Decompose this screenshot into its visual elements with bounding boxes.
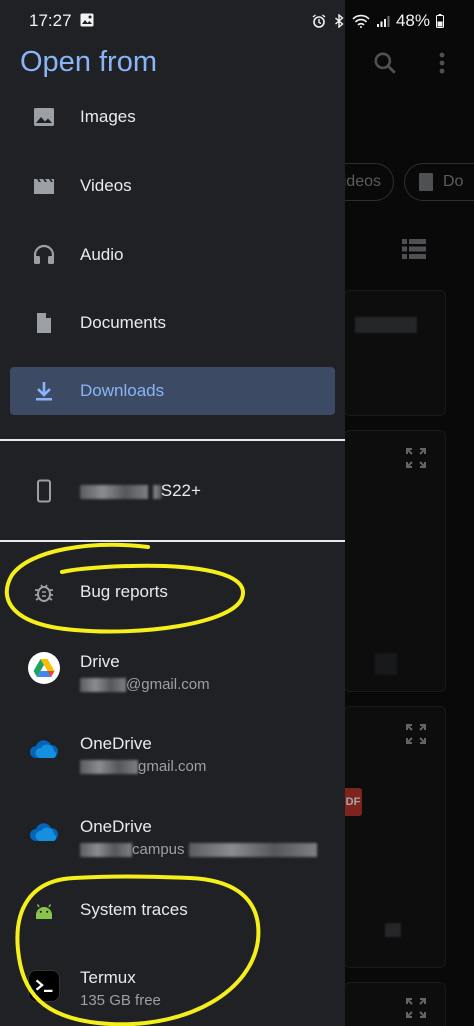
device-label: S22+ — [80, 481, 201, 501]
root-item-videos[interactable]: Videos — [10, 162, 335, 210]
phone-icon — [37, 479, 51, 503]
drawer-title: Open from — [20, 46, 157, 78]
root-label: Videos — [80, 176, 132, 195]
root-label: Documents — [80, 313, 166, 332]
alarm-icon — [312, 14, 326, 28]
onedrive-icon — [30, 740, 58, 758]
provider-item-system-traces[interactable]: System traces — [10, 886, 335, 934]
battery-percent: 48% — [395, 11, 430, 30]
wifi-icon — [352, 14, 370, 28]
document-icon — [37, 313, 51, 333]
root-label: Audio — [80, 245, 124, 264]
image-icon — [34, 108, 54, 126]
signal-icon — [376, 16, 390, 27]
provider-account-text: campus — [132, 841, 185, 858]
status-bar: 17:27 48% — [0, 0, 474, 40]
headphones-icon — [33, 244, 55, 264]
divider — [0, 540, 345, 542]
provider-account: @gmail.com — [80, 676, 210, 693]
battery-icon — [436, 14, 444, 28]
status-time: 17:27 — [29, 11, 72, 30]
onedrive-icon — [30, 823, 58, 841]
provider-item-onedrive[interactable]: OneDrive gmail.com — [10, 728, 335, 776]
root-item-audio[interactable]: Audio — [10, 231, 335, 279]
android-icon — [36, 904, 52, 919]
redacted-text — [80, 484, 148, 499]
movie-icon — [34, 179, 54, 194]
bluetooth-icon — [335, 14, 344, 28]
redacted-text — [80, 760, 138, 775]
provider-account: gmail.com — [80, 758, 206, 775]
provider-label: Drive — [80, 652, 120, 671]
redacted-text — [80, 678, 126, 693]
status-icons: 48% — [312, 11, 444, 31]
provider-label: System traces — [80, 900, 188, 919]
provider-label: Termux — [80, 968, 136, 987]
bug-icon — [35, 584, 53, 602]
redacted-text — [152, 484, 161, 499]
provider-item-bug-reports[interactable]: Bug reports — [10, 568, 335, 616]
gallery-notification-icon — [80, 13, 94, 27]
root-item-images[interactable]: Images — [10, 93, 335, 141]
provider-label: OneDrive — [80, 734, 152, 753]
redacted-text — [80, 843, 132, 858]
google-drive-icon — [28, 652, 60, 684]
download-icon — [36, 382, 52, 401]
provider-item-onedrive-2[interactable]: OneDrive campus — [10, 811, 335, 859]
provider-account: campus — [80, 841, 317, 858]
root-label: Downloads — [80, 381, 165, 400]
root-item-device[interactable]: S22+ — [10, 467, 335, 515]
provider-account-text: @gmail.com — [126, 676, 210, 693]
navigation-drawer: Open from Images Videos Audio Documents … — [0, 0, 345, 1026]
provider-label: Bug reports — [80, 582, 168, 601]
root-item-downloads[interactable]: Downloads — [10, 367, 335, 415]
provider-label: OneDrive — [80, 817, 152, 836]
root-label: Images — [80, 107, 136, 126]
device-label-text: S22+ — [160, 481, 201, 500]
divider — [0, 439, 345, 441]
root-item-documents[interactable]: Documents — [10, 299, 335, 347]
termux-icon — [28, 970, 60, 1002]
redacted-text — [188, 843, 317, 858]
provider-item-termux[interactable]: Termux 135 GB free — [10, 962, 335, 1010]
provider-account-text: gmail.com — [138, 758, 207, 775]
provider-subtitle: 135 GB free — [80, 992, 161, 1009]
provider-item-drive[interactable]: Drive @gmail.com — [10, 646, 335, 694]
